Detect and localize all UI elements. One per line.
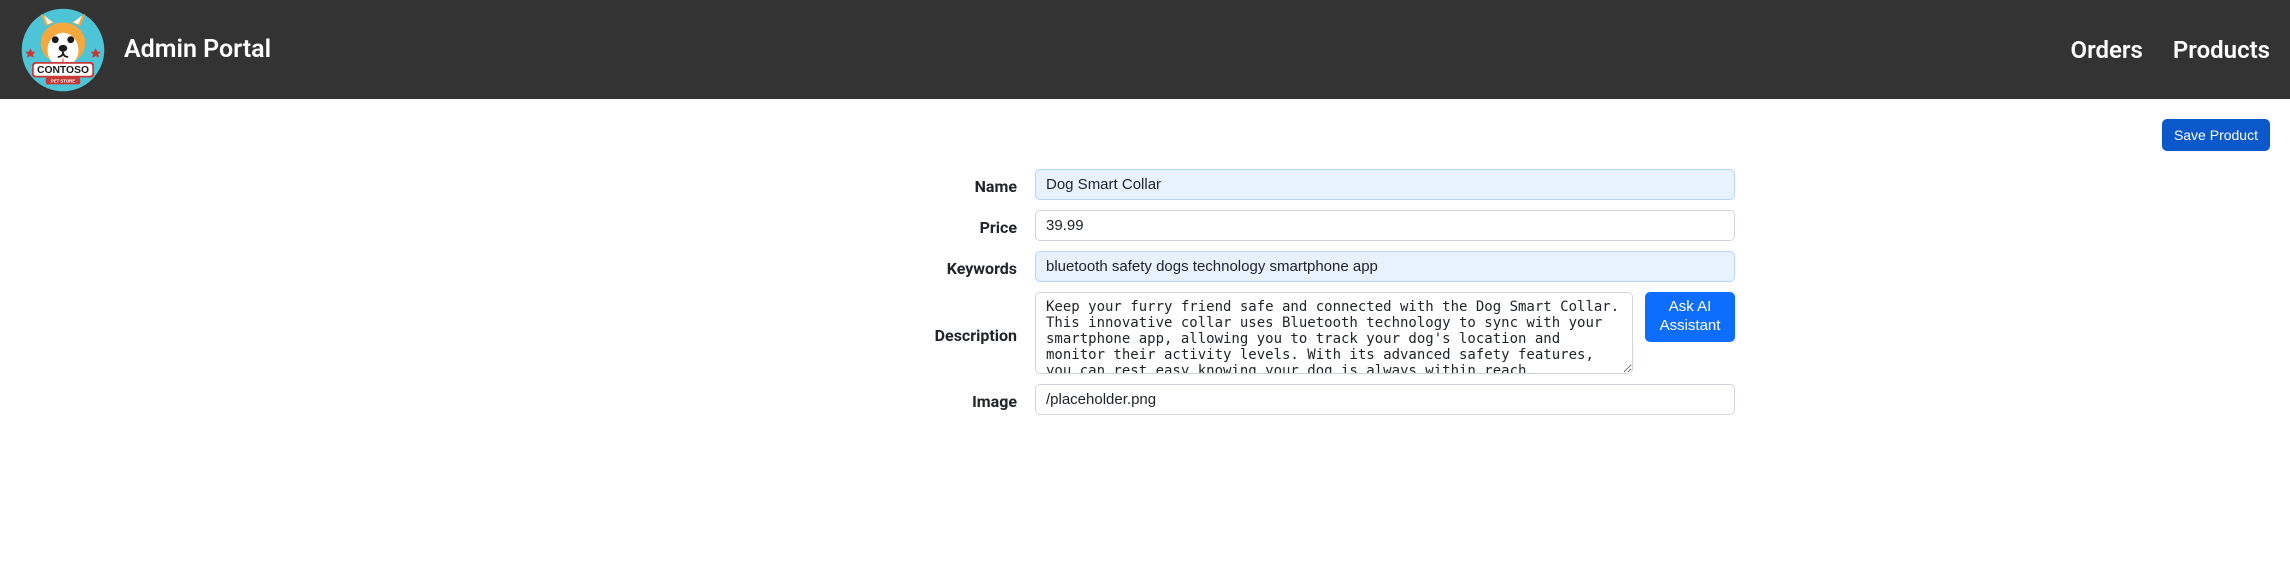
brand-logo: CONTOSO PET STORE bbox=[20, 7, 106, 93]
label-description: Description bbox=[555, 322, 1025, 345]
row-description: Description Ask AI Assistant bbox=[555, 292, 1735, 374]
svg-text:PET STORE: PET STORE bbox=[51, 78, 75, 83]
label-price: Price bbox=[555, 214, 1025, 237]
product-form: Name Price Keywords Description Ask AI A… bbox=[555, 169, 1735, 415]
nav-orders[interactable]: Orders bbox=[2071, 36, 2143, 64]
label-image: Image bbox=[555, 388, 1025, 411]
save-product-button[interactable]: Save Product bbox=[2162, 119, 2270, 151]
keywords-input[interactable] bbox=[1035, 251, 1735, 282]
row-image: Image bbox=[555, 384, 1735, 415]
row-price: Price bbox=[555, 210, 1735, 241]
price-input[interactable] bbox=[1035, 210, 1735, 241]
header-bar: CONTOSO PET STORE Admin Portal Orders Pr… bbox=[0, 0, 2290, 99]
nav-products[interactable]: Products bbox=[2173, 36, 2270, 64]
row-name: Name bbox=[555, 169, 1735, 200]
content-area: Save Product Name Price Keywords Descrip… bbox=[0, 99, 2290, 445]
portal-title: Admin Portal bbox=[124, 35, 271, 64]
header-left: CONTOSO PET STORE Admin Portal bbox=[20, 7, 271, 93]
svg-text:CONTOSO: CONTOSO bbox=[37, 65, 89, 76]
nav-links: Orders Products bbox=[2071, 36, 2270, 64]
label-name: Name bbox=[555, 173, 1025, 196]
row-keywords: Keywords bbox=[555, 251, 1735, 282]
description-textarea[interactable] bbox=[1035, 292, 1633, 374]
image-input[interactable] bbox=[1035, 384, 1735, 415]
name-input[interactable] bbox=[1035, 169, 1735, 200]
label-keywords: Keywords bbox=[555, 255, 1025, 278]
toolbar: Save Product bbox=[20, 119, 2270, 151]
description-group: Ask AI Assistant bbox=[1035, 292, 1735, 374]
ask-ai-assistant-button[interactable]: Ask AI Assistant bbox=[1645, 292, 1735, 342]
